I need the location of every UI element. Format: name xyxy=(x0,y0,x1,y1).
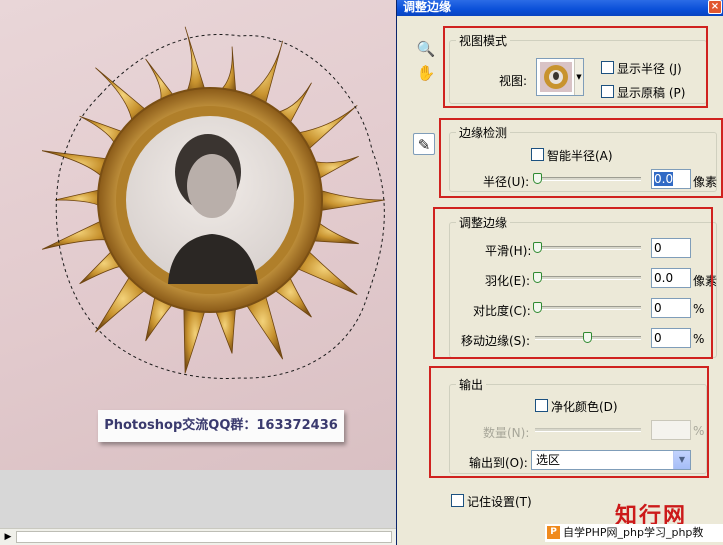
remember-settings-checkbox[interactable] xyxy=(451,494,464,507)
horizontal-scrollbar[interactable]: ▶ xyxy=(0,528,396,545)
refine-edge-dialog: 调整边缘 × 🔍 ✋ ✎ 视图模式 视图: ▼ 显示半径 (J) 显示原稿 (P… xyxy=(396,0,723,545)
portrait-face xyxy=(187,154,237,218)
hand-tool-icon[interactable]: ✋ xyxy=(415,62,437,84)
scrollbar-track[interactable] xyxy=(16,531,392,543)
highlight-box-adjust-edge xyxy=(433,207,713,359)
highlight-box-output xyxy=(429,366,709,478)
dialog-titlebar[interactable]: 调整边缘 × xyxy=(397,0,723,16)
qq-group-banner: Photoshop交流QQ群：163372436 xyxy=(98,410,344,442)
scroll-right-icon[interactable]: ▶ xyxy=(2,531,14,543)
frame-ray xyxy=(313,187,386,212)
close-button[interactable]: × xyxy=(708,0,722,14)
document-canvas[interactable]: Photoshop交流QQ群：163372436 ▶ xyxy=(0,0,396,545)
highlight-box-edge-detection xyxy=(439,118,723,198)
sunburst-frame-image xyxy=(41,26,386,379)
site-caption: P 自学PHP网_php学习_php教 xyxy=(545,524,723,542)
site-caption-text: 自学PHP网_php学习_php教 xyxy=(563,526,704,539)
refine-radius-brush-icon[interactable]: ✎ xyxy=(413,133,435,155)
dialog-title: 调整边缘 xyxy=(403,0,452,14)
zoom-tool-icon[interactable]: 🔍 xyxy=(415,38,437,60)
php-site-icon: P xyxy=(547,526,560,539)
remember-settings-label[interactable]: 记住设置(T) xyxy=(467,493,532,510)
highlight-box-view-mode xyxy=(443,26,708,108)
